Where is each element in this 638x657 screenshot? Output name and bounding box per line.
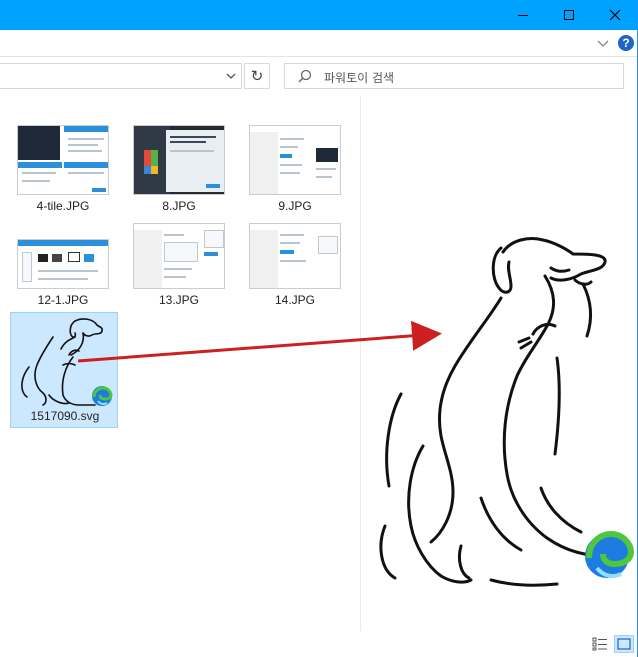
status-bar: [0, 631, 637, 657]
annotation-arrow: [77, 320, 442, 363]
file-explorer-window: ? ↻ 파워토이 검색 4-tile.JPG 8.JPG 9.JPG 12-1.…: [0, 0, 638, 657]
large-icons-view-icon[interactable]: [614, 635, 634, 653]
details-view-icon[interactable]: [592, 637, 608, 651]
